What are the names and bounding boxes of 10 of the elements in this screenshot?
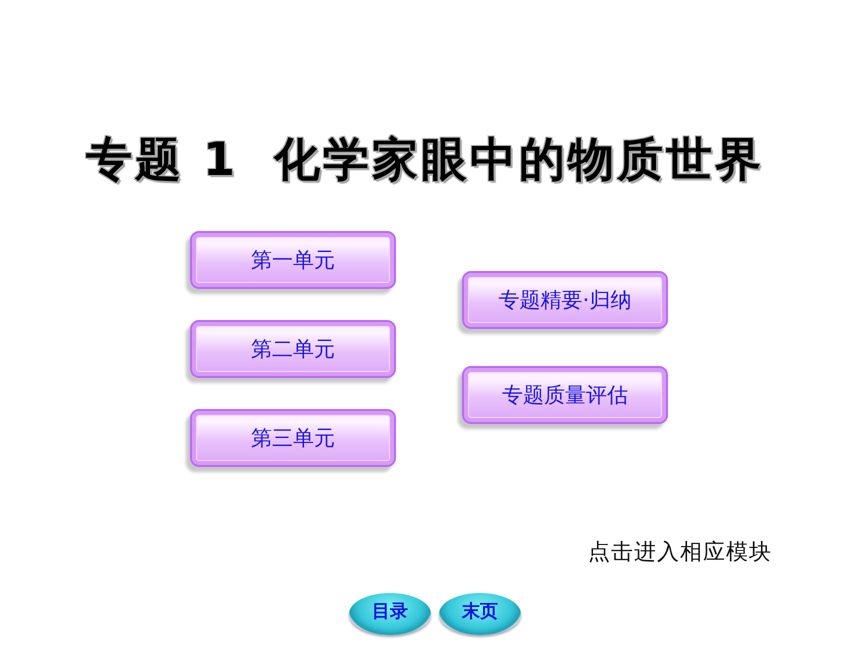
unit-button[interactable]: 第一单元 [190,231,396,289]
slide-title: 化学家眼中的物质世界 [274,132,764,186]
topic-button[interactable]: 专题精要·归纳 [462,271,668,329]
unit-button[interactable]: 第二单元 [190,320,396,378]
unit-button[interactable]: 第三单元 [190,409,396,467]
hint-text: 点击进入相应模块 [588,540,772,565]
topic-button[interactable]: 专题质量评估 [462,366,668,424]
nav-button[interactable]: 目录 [349,593,431,635]
nav-button[interactable]: 末页 [439,593,521,635]
title-number: 专题 1 [86,132,238,186]
